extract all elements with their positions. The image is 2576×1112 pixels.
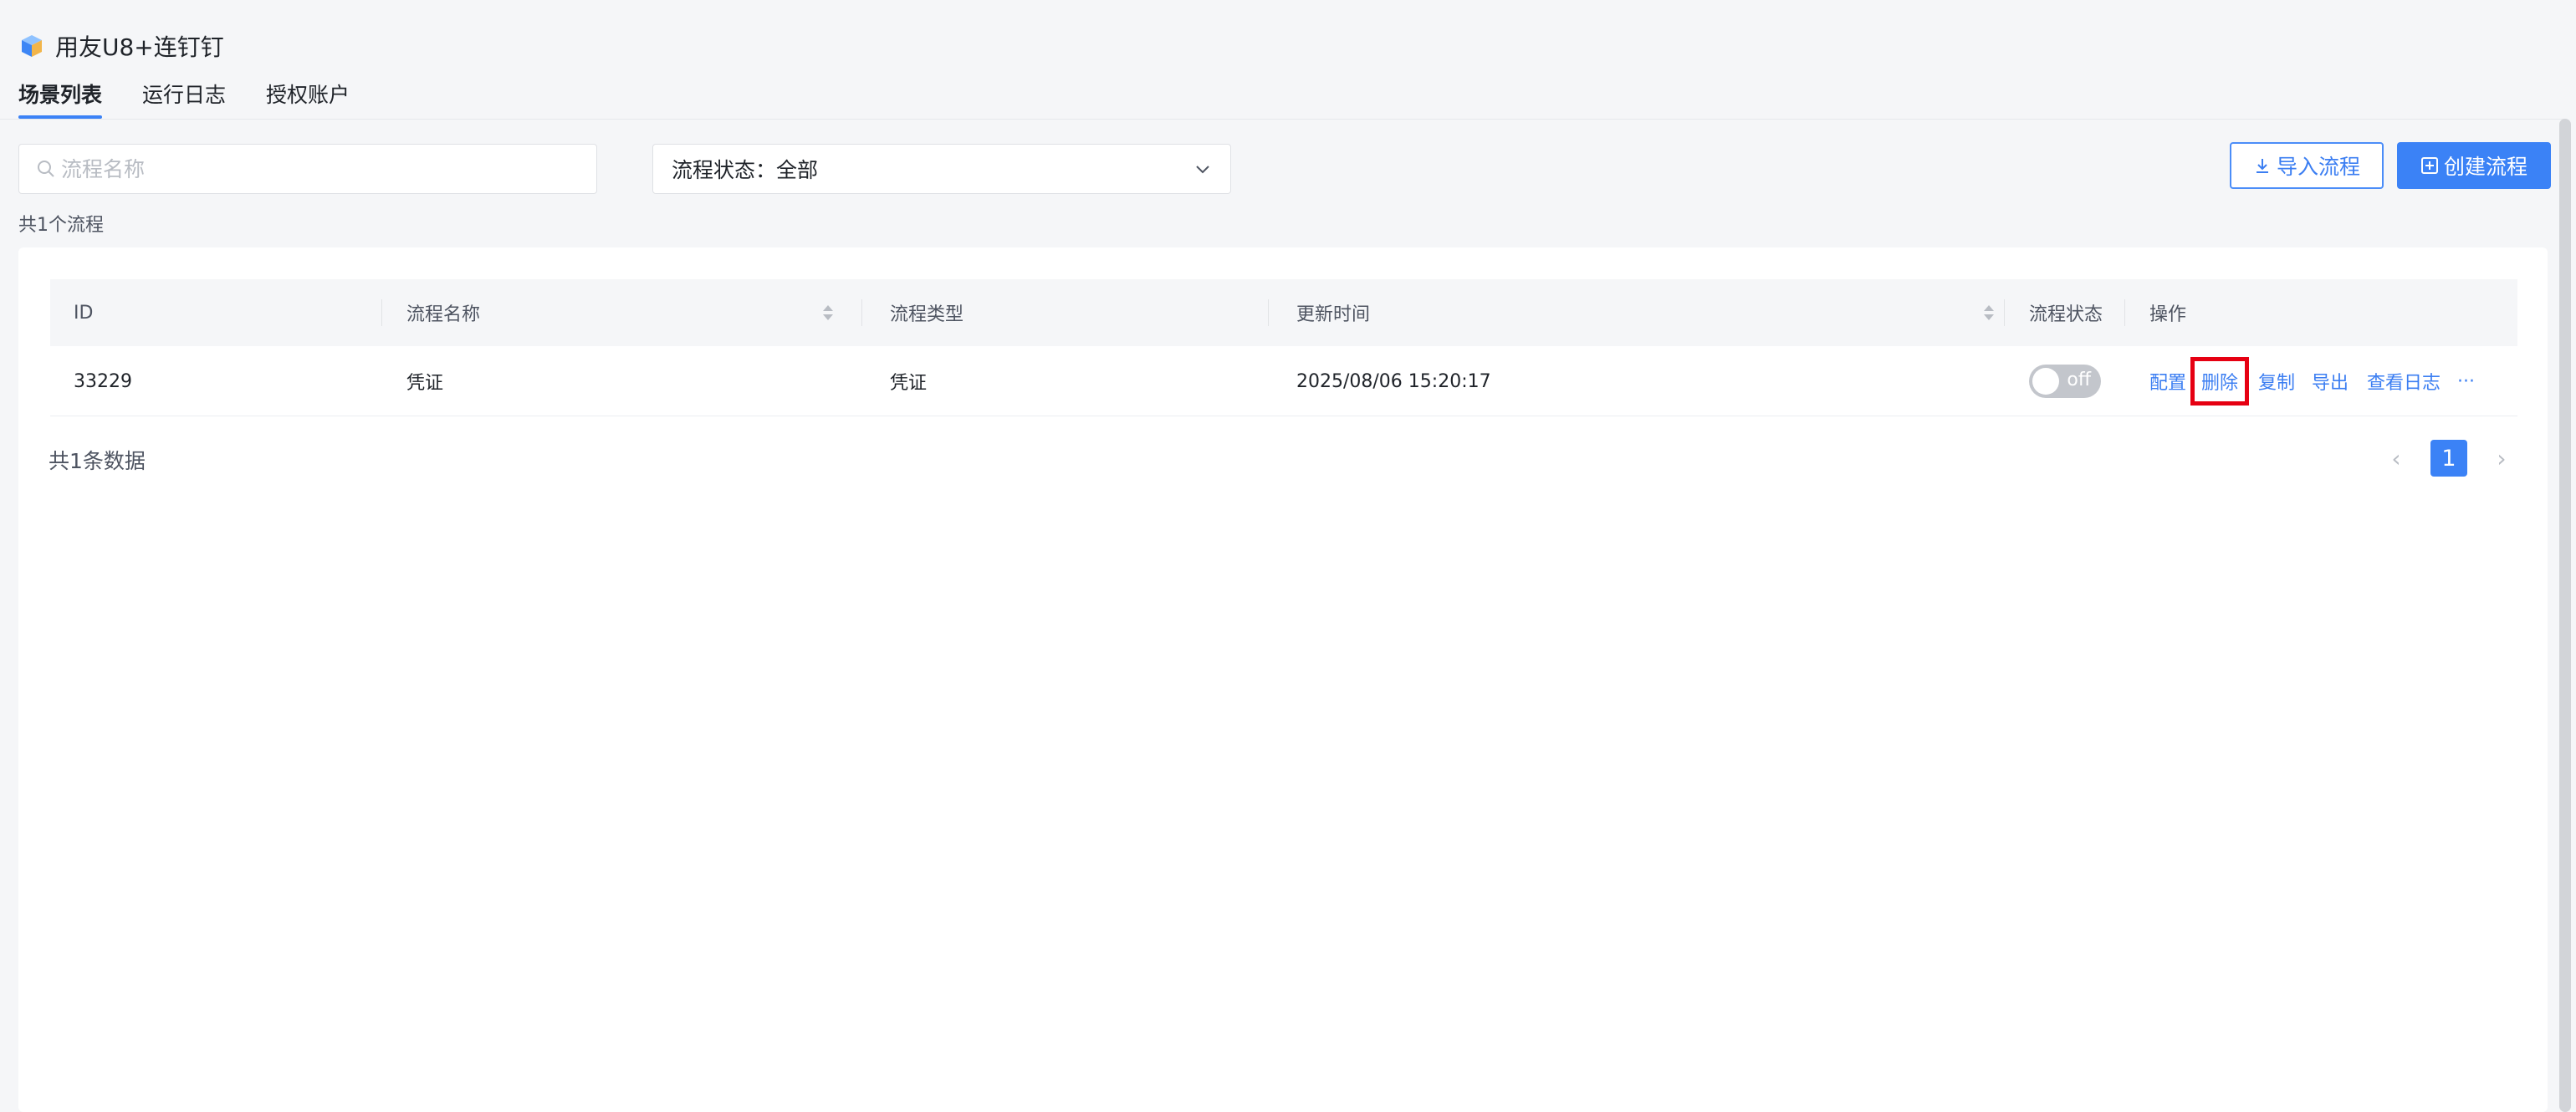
prev-page-icon[interactable]: ‹ bbox=[2384, 445, 2409, 472]
sort-icon[interactable] bbox=[821, 300, 835, 325]
column-separator bbox=[381, 299, 382, 326]
create-flow-button[interactable]: 创建流程 bbox=[2397, 142, 2551, 189]
import-flow-label: 导入流程 bbox=[2276, 155, 2360, 179]
chevron-down-icon bbox=[1196, 166, 1209, 174]
column-separator bbox=[2004, 299, 2005, 326]
toggle-knob bbox=[2032, 368, 2059, 395]
search-input[interactable] bbox=[61, 156, 563, 181]
sort-icon[interactable] bbox=[1982, 300, 1996, 325]
page-scrollbar[interactable] bbox=[2559, 119, 2571, 1112]
copy-link[interactable]: 复制 bbox=[2258, 346, 2295, 416]
tab-run-log[interactable]: 运行日志 bbox=[142, 79, 226, 119]
export-link[interactable]: 导出 bbox=[2312, 346, 2349, 416]
status-select-value: 流程状态：全部 bbox=[672, 158, 819, 182]
cell-status: off bbox=[2029, 346, 2101, 416]
create-flow-label: 创建流程 bbox=[2443, 155, 2527, 179]
tabs-divider bbox=[0, 119, 2564, 120]
cell-updated: 2025/08/06 15:20:17 bbox=[1296, 370, 1491, 392]
flow-count-summary: 共1个流程 bbox=[18, 215, 104, 236]
import-flow-button[interactable]: 导入流程 bbox=[2230, 142, 2384, 189]
total-count: 共1条数据 bbox=[49, 449, 146, 473]
flow-list-card: ID 流程名称 流程类型 更新时间 流程状态 操作 33229 凭证 凭证 20… bbox=[18, 247, 2548, 1112]
cube-logo-icon bbox=[22, 35, 42, 57]
tab-auth-accounts[interactable]: 授权账户 bbox=[266, 79, 350, 119]
app-header: 用友U8+连钉钉 bbox=[18, 28, 224, 64]
column-header-status: 流程状态 bbox=[2029, 304, 2103, 325]
column-separator bbox=[861, 299, 862, 326]
tab-bar: 场景列表 运行日志 授权账户 bbox=[18, 79, 350, 119]
view-log-link[interactable]: 查看日志 bbox=[2367, 346, 2441, 416]
column-separator bbox=[1268, 299, 1269, 326]
cell-type: 凭证 bbox=[890, 373, 928, 394]
status-select[interactable]: 流程状态：全部 bbox=[652, 144, 1231, 194]
plus-square-icon bbox=[2420, 157, 2438, 174]
column-header-name[interactable]: 流程名称 bbox=[406, 279, 480, 346]
next-page-icon[interactable]: › bbox=[2489, 445, 2514, 472]
delete-link[interactable]: 删除 bbox=[2190, 357, 2250, 406]
tab-scene-list[interactable]: 场景列表 bbox=[18, 79, 103, 119]
column-separator bbox=[2124, 299, 2125, 326]
column-header-actions: 操作 bbox=[2149, 304, 2187, 325]
download-icon bbox=[2256, 159, 2268, 173]
toggle-label: off bbox=[2067, 370, 2091, 390]
configure-link[interactable]: 配置 bbox=[2149, 346, 2186, 416]
search-box[interactable] bbox=[18, 144, 597, 194]
more-actions-icon[interactable]: ··· bbox=[2457, 346, 2475, 416]
cell-id: 33229 bbox=[74, 370, 132, 392]
column-header-id: ID bbox=[74, 302, 94, 324]
column-header-type: 流程类型 bbox=[890, 304, 964, 325]
app-title: 用友U8+连钉钉 bbox=[55, 33, 224, 61]
table-header: ID 流程名称 流程类型 更新时间 流程状态 操作 bbox=[50, 279, 2517, 346]
status-toggle[interactable]: off bbox=[2029, 365, 2101, 398]
flow-table: ID 流程名称 流程类型 更新时间 流程状态 操作 33229 凭证 凭证 20… bbox=[50, 279, 2517, 416]
search-icon bbox=[38, 161, 54, 177]
cell-name: 凭证 bbox=[406, 373, 444, 394]
column-header-updated[interactable]: 更新时间 bbox=[1296, 279, 1370, 346]
table-row: 33229 凭证 凭证 2025/08/06 15:20:17 off 配置 删… bbox=[50, 346, 2517, 416]
pagination: ‹ 1 › bbox=[2384, 440, 2514, 477]
page-number-current[interactable]: 1 bbox=[2430, 440, 2467, 477]
